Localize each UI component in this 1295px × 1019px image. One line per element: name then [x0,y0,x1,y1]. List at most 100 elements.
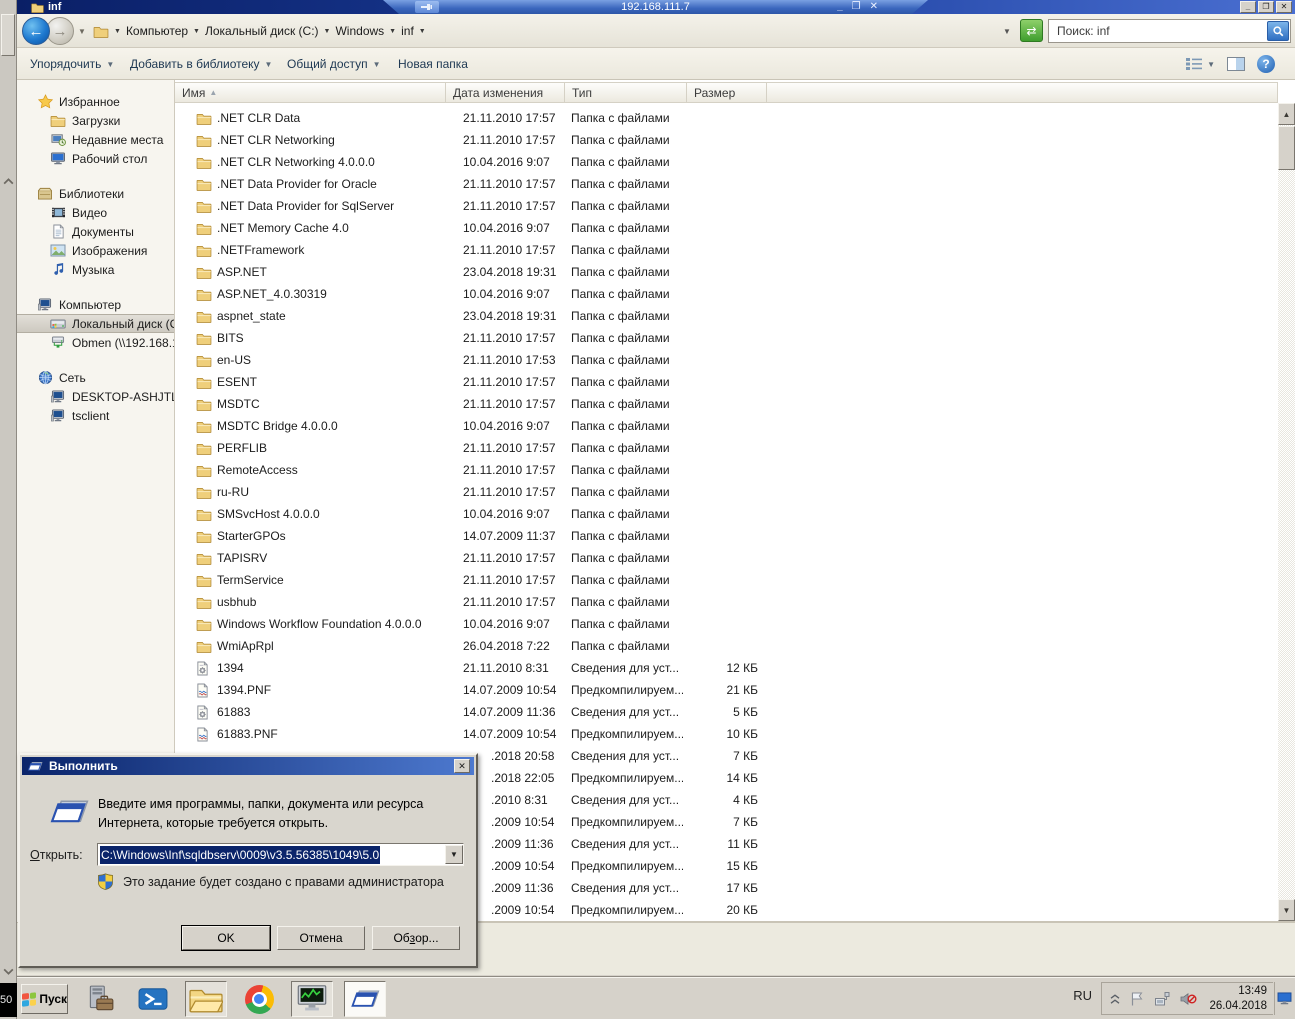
scroll-down-icon[interactable] [2,966,15,978]
column-header-size[interactable]: Размер [687,83,767,102]
file-row[interactable]: ASP.NET 23.04.2018 19:31 Папка с файлами [175,261,1278,283]
sidebar-item[interactable]: Недавние места [17,130,174,149]
action-center-flag-icon[interactable] [1129,991,1145,1007]
sidebar-item[interactable]: Загрузки [17,111,174,130]
taskbar-run-button[interactable] [344,981,386,1017]
views-button[interactable]: ▼ [1185,57,1215,71]
column-header-date[interactable]: Дата изменения [446,83,565,102]
file-row[interactable]: .NET CLR Networking 4.0.0.0 10.04.2016 9:… [175,151,1278,173]
sidebar-item[interactable]: Obmen (\\192.168.118 [17,333,174,352]
clock[interactable]: 13:49 26.04.2018 [1209,984,1267,1014]
back-button[interactable]: ← [22,17,50,45]
volume-muted-icon[interactable] [1179,991,1197,1007]
rdp-restore-button[interactable]: ❐ [852,0,861,14]
refresh-button[interactable]: ⇄ [1020,19,1043,42]
chevron-icon[interactable]: ▼ [114,28,121,35]
file-row[interactable]: 61883.PNF 14.07.2009 10:54 Предкомпилируем… [175,723,1278,745]
taskbar-server-manager-button[interactable] [79,981,121,1017]
cancel-button[interactable]: Отмена [277,926,365,950]
file-row[interactable]: MSDTC 21.11.2010 17:57 Папка с файлами [175,393,1278,415]
browse-button[interactable]: Об з ор... [372,926,460,950]
file-row[interactable]: MSDTC Bridge 4.0.0.0 10.04.2016 9:07 Папка… [175,415,1278,437]
address-dropdown-icon[interactable]: ▼ [1003,27,1011,36]
sidebar-group-1[interactable]: Библиотеки [17,184,174,203]
file-row[interactable]: en-US 21.11.2010 17:53 Папка с файлами [175,349,1278,371]
scroll-up-icon[interactable] [2,176,15,188]
combo-dropdown-icon[interactable]: ▼ [445,845,463,864]
close-icon[interactable]: ✕ [454,759,470,773]
sidebar-item[interactable]: Локальный диск (C:) [17,314,174,333]
vertical-scrollbar[interactable]: ▲ ▼ [1278,103,1295,921]
history-dropdown-icon[interactable]: ▼ [78,27,86,36]
taskbar-chrome-button[interactable] [238,981,280,1017]
network-icon[interactable] [1154,991,1170,1007]
add-to-library-menu[interactable]: Добавить в библиотеку ▼ [130,48,272,80]
sidebar-group-2[interactable]: Компьютер [17,295,174,314]
sidebar-item[interactable]: Документы [17,222,174,241]
column-header-name[interactable]: Имя ▲ [175,83,446,102]
chevron-icon[interactable]: ▼ [193,28,200,35]
file-row[interactable]: TAPISRV 21.11.2010 17:57 Папка с файлами [175,547,1278,569]
file-row[interactable]: aspnet_state 23.04.2018 19:31 Папка с файл… [175,305,1278,327]
file-row[interactable]: .NET Data Provider for SqlServer 21.11.20… [175,195,1278,217]
file-row[interactable]: 1394 21.11.2010 8:31 Сведения для уст... 12… [175,657,1278,679]
file-row[interactable]: .NET CLR Data 21.11.2010 17:57 Папка с фай… [175,107,1278,129]
scroll-down-icon[interactable]: ▼ [1278,899,1295,921]
file-row[interactable]: StarterGPOs 14.07.2009 11:37 Папка с файла… [175,525,1278,547]
file-row[interactable]: ESENT 21.11.2010 17:57 Папка с файлами [175,371,1278,393]
taskbar-resource-monitor-button[interactable] [291,981,333,1017]
file-row[interactable]: .NET Memory Cache 4.0 10.04.2016 9:07 Папк… [175,217,1278,239]
breadcrumb-item-inf[interactable]: inf [401,24,414,38]
file-row[interactable]: PERFLIB 21.11.2010 17:57 Папка с файлами [175,437,1278,459]
sidebar-item[interactable]: Музыка [17,260,174,279]
sidebar-item[interactable]: Рабочий стол [17,149,174,168]
chevron-icon[interactable]: ▼ [324,28,331,35]
help-icon[interactable]: ? [1257,55,1275,73]
sidebar-item[interactable]: tsclient [17,406,174,425]
share-menu[interactable]: Общий доступ ▼ [287,48,381,80]
forward-button[interactable]: → [46,17,74,45]
search-icon[interactable] [1267,21,1289,41]
sidebar-item[interactable]: Изображения [17,241,174,260]
start-button[interactable]: Пуск [21,984,68,1014]
language-indicator[interactable]: RU [1073,988,1092,1003]
organize-menu[interactable]: Упорядочить ▼ [30,48,114,80]
window-restore-button[interactable]: ❐ [1258,1,1274,13]
breadcrumb-item-computer[interactable]: Компьютер [126,24,188,38]
file-row[interactable]: ru-RU 21.11.2010 17:57 Папка с файлами [175,481,1278,503]
file-row[interactable]: RemoteAccess 21.11.2010 17:57 Папка с файл… [175,459,1278,481]
file-row[interactable]: BITS 21.11.2010 17:57 Папка с файлами [175,327,1278,349]
file-row[interactable]: .NET Data Provider for Oracle 21.11.2010 … [175,173,1278,195]
window-minimize-button[interactable]: _ [1240,1,1256,13]
new-folder-button[interactable]: Новая папка [398,48,468,80]
rdp-minimize-button[interactable]: _ [837,0,843,14]
sidebar-item[interactable]: DESKTOP-ASHJTLO [17,387,174,406]
file-row[interactable]: .NETFramework 21.11.2010 17:57 Папка с фай… [175,239,1278,261]
file-row[interactable]: 61883 14.07.2009 11:36 Сведения для уст...… [175,701,1278,723]
file-row[interactable]: SMSvcHost 4.0.0.0 10.04.2016 9:07 Папка с … [175,503,1278,525]
file-row[interactable]: 1394.PNF 14.07.2009 10:54 Предкомпилируем.… [175,679,1278,701]
preview-pane-button[interactable] [1227,57,1245,71]
window-close-button[interactable]: ✕ [1276,1,1292,13]
file-row[interactable]: ASP.NET_4.0.30319 10.04.2016 9:07 Папка с … [175,283,1278,305]
file-row[interactable]: Windows Workflow Foundation 4.0.0.0 10.04… [175,613,1278,635]
file-row[interactable]: TermService 21.11.2010 17:57 Папка с файла… [175,569,1278,591]
file-row[interactable]: .NET CLR Networking 21.11.2010 17:57 Папка… [175,129,1278,151]
sidebar-group-0[interactable]: Избранное [17,92,174,111]
taskbar-powershell-button[interactable] [132,981,174,1017]
host-scrollbar-fragment[interactable] [1,14,15,56]
sidebar-group-3[interactable]: Сеть [17,368,174,387]
scrollbar-thumb[interactable] [1278,126,1295,170]
breadcrumb-item-disk-c[interactable]: Локальный диск (C:) [205,24,319,38]
chevron-icon[interactable]: ▼ [389,28,396,35]
column-header-type[interactable]: Тип [565,83,687,102]
open-value[interactable]: C:\Windows\Inf\sqldbserv\0009\v3.5.56385… [100,845,381,864]
sidebar-item[interactable]: Видео [17,203,174,222]
file-row[interactable]: usbhub 21.11.2010 17:57 Папка с файлами [175,591,1278,613]
chevron-icon[interactable]: ▼ [419,28,426,35]
show-desktop-button[interactable] [1274,982,1294,1015]
taskbar-explorer-button[interactable] [185,981,227,1017]
file-row[interactable]: WmiApRpl 26.04.2018 7:22 Папка с файлами [175,635,1278,657]
rdp-close-button[interactable]: ✕ [870,0,878,14]
open-combobox[interactable]: C:\Windows\Inf\sqldbserv\0009\v3.5.56385… [97,843,464,866]
